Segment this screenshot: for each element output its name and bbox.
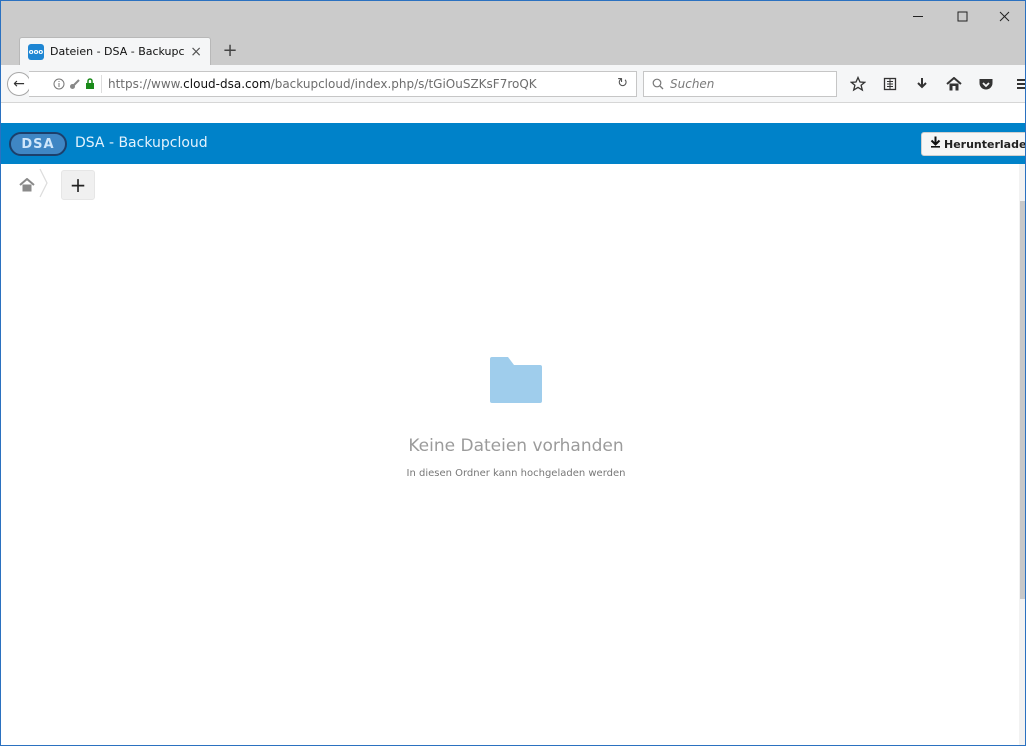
toolbar-icons	[847, 73, 1025, 95]
minimize-icon[interactable]	[897, 1, 941, 33]
site-identity[interactable]	[29, 78, 95, 90]
bookmark-star-icon[interactable]	[847, 73, 869, 95]
url-separator	[101, 75, 102, 93]
window-controls	[897, 1, 1025, 33]
search-placeholder: Suchen	[670, 77, 715, 91]
download-button[interactable]: Herunterladen	[921, 132, 1026, 156]
lock-icon	[86, 78, 94, 89]
new-tab-button[interactable]: +	[219, 39, 241, 61]
empty-state-title: Keine Dateien vorhanden	[408, 436, 624, 456]
reload-icon[interactable]: ↻	[617, 76, 628, 91]
url-prefix: https://www.	[108, 77, 184, 91]
menu-icon[interactable]	[1013, 73, 1025, 95]
navigation-bar: ← https://www.cloud-dsa.com/backupcloud/…	[1, 65, 1025, 103]
home-icon[interactable]	[943, 73, 965, 95]
app-title: DSA - Backupcloud	[75, 135, 208, 151]
info-icon[interactable]	[53, 78, 65, 90]
key-icon	[70, 79, 80, 89]
back-arrow-icon: ←	[13, 76, 25, 92]
search-icon	[652, 78, 664, 90]
tab-close-icon[interactable]: ×	[190, 44, 202, 60]
browser-tab[interactable]: ooo Dateien - DSA - Backupclo... ×	[19, 37, 211, 65]
back-button[interactable]: ←	[7, 72, 31, 96]
maximize-icon[interactable]	[941, 1, 985, 33]
app-header: DSA DSA - Backupcloud	[1, 123, 1025, 164]
scrollbar-thumb[interactable]	[1020, 201, 1025, 599]
breadcrumb: +	[9, 168, 95, 203]
dsa-logo[interactable]: DSA	[9, 132, 67, 156]
url-bar[interactable]: https://www.cloud-dsa.com/backupcloud/in…	[29, 71, 637, 97]
browser-window: ooo Dateien - DSA - Backupclo... × + ← h…	[0, 0, 1026, 746]
downloads-icon[interactable]	[911, 73, 933, 95]
add-button[interactable]: +	[61, 170, 95, 200]
search-input[interactable]: Suchen	[643, 71, 837, 97]
url-path: /backupcloud/index.php/s/tGiOuSZKsF7roQK	[270, 77, 537, 91]
close-icon[interactable]	[985, 1, 1025, 33]
empty-state-subtitle: In diesen Ordner kann hochgeladen werden	[406, 468, 626, 479]
tab-strip: ooo Dateien - DSA - Backupclo... × +	[1, 1, 1025, 67]
url-domain: cloud-dsa.com	[183, 77, 271, 91]
download-label: Herunterladen	[944, 137, 1026, 151]
download-arrow-icon	[930, 136, 941, 152]
pocket-icon[interactable]	[975, 73, 997, 95]
breadcrumb-chevron-icon	[39, 168, 49, 203]
tab-title: Dateien - DSA - Backupclo...	[50, 45, 185, 58]
reading-list-icon[interactable]	[879, 73, 901, 95]
url-text[interactable]: https://www.cloud-dsa.com/backupcloud/in…	[108, 77, 537, 91]
cloud-favicon-icon: ooo	[28, 43, 44, 60]
empty-state: Keine Dateien vorhanden In diesen Ordner…	[301, 357, 731, 479]
folder-icon	[490, 357, 542, 406]
